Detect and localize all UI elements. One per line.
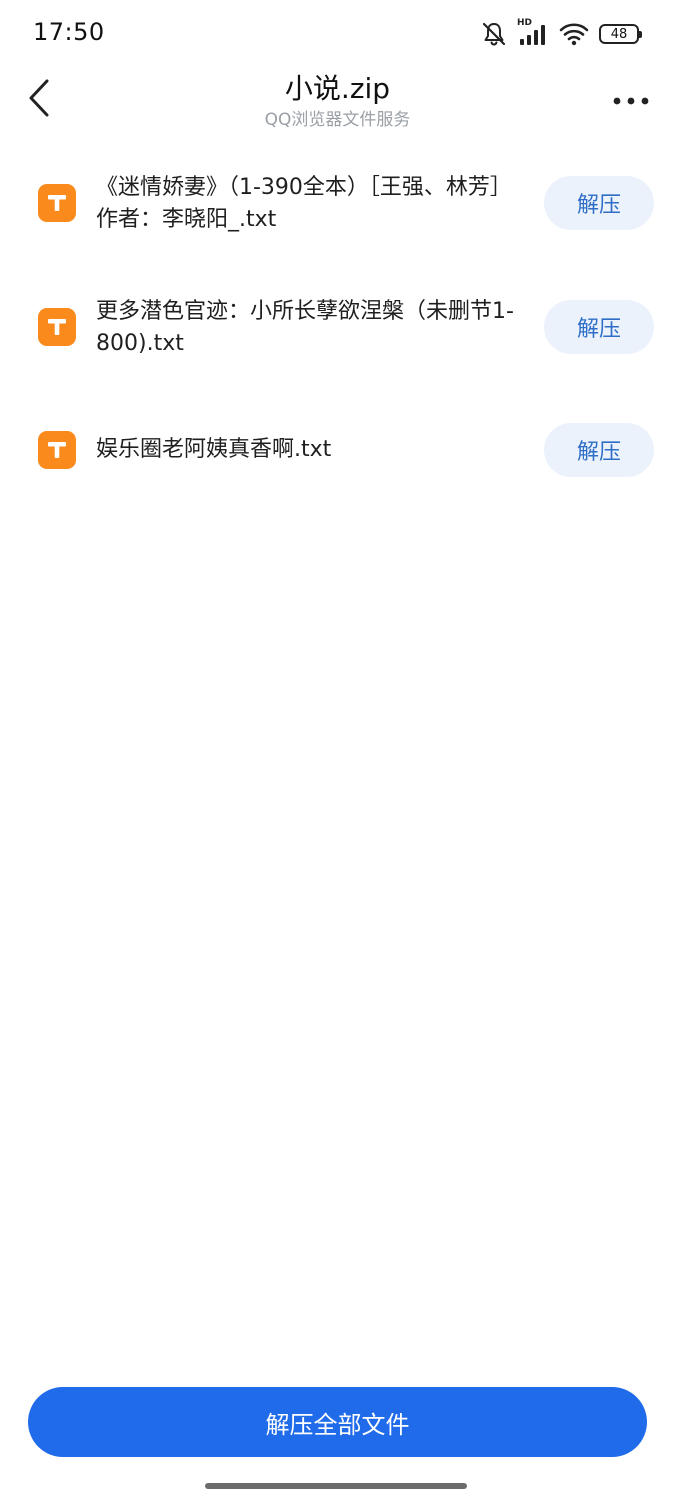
file-name: 娱乐圈老阿姨真香啊.txt	[96, 437, 332, 462]
page-title: 小说.zip	[284, 72, 391, 105]
status-time: 17:50	[33, 18, 105, 46]
wifi-icon	[559, 21, 589, 47]
extract-all-button[interactable]: 解压全部文件	[28, 1387, 647, 1457]
home-indicator[interactable]	[205, 1483, 467, 1489]
txt-file-icon	[38, 184, 76, 222]
signal-icon: HD	[517, 18, 549, 47]
back-button[interactable]	[18, 76, 62, 124]
chevron-left-icon	[27, 78, 53, 122]
txt-file-icon	[38, 431, 76, 469]
header: 小说.zip QQ浏览器文件服务	[0, 68, 675, 138]
file-row[interactable]: 更多潜色官迹：小所长孽欲涅槃（未删节1-800).txt 解压	[0, 264, 675, 388]
file-row[interactable]: 《迷情娇妻》（1-390全本）［王强、林芳］作者：李晓阳_.txt 解压	[0, 140, 675, 264]
status-icons: HD 48	[481, 18, 642, 48]
extract-button[interactable]: 解压	[544, 300, 654, 354]
page-subtitle: QQ浏览器文件服务	[264, 110, 411, 130]
file-name: 《迷情娇妻》（1-390全本）［王强、林芳］作者：李晓阳_.txt	[96, 175, 512, 232]
title-block: 小说.zip QQ浏览器文件服务	[120, 70, 555, 132]
network-label: HD	[517, 18, 533, 28]
battery-icon: 48	[599, 24, 642, 44]
file-name: 更多潜色官迹：小所长孽欲涅槃（未删节1-800).txt	[96, 299, 514, 356]
extract-button[interactable]: 解压	[544, 423, 654, 477]
status-bar: 17:50 HD 48	[0, 0, 675, 68]
extract-button[interactable]: 解压	[544, 176, 654, 230]
txt-file-icon	[38, 308, 76, 346]
battery-level: 48	[610, 26, 628, 42]
more-dots-icon	[612, 91, 650, 110]
bell-muted-icon	[481, 21, 507, 47]
more-button[interactable]	[609, 82, 653, 118]
file-row[interactable]: 娱乐圈老阿姨真香啊.txt 解压	[0, 388, 675, 512]
file-list: 《迷情娇妻》（1-390全本）［王强、林芳］作者：李晓阳_.txt 解压 更多潜…	[0, 140, 675, 512]
